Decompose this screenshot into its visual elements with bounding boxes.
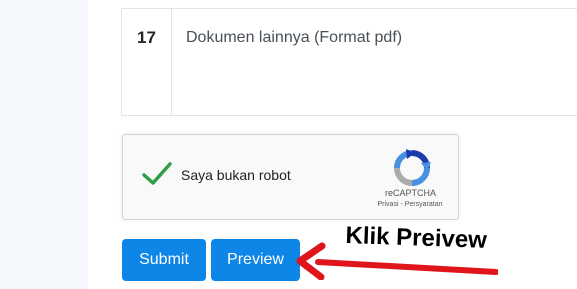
- annotation-text: Klik Preivew: [345, 222, 488, 254]
- terms-link[interactable]: Persyaratan: [405, 201, 443, 208]
- captcha-label: Saya bukan robot: [181, 167, 291, 183]
- submit-button[interactable]: Submit: [122, 239, 206, 281]
- document-label: Dokumen lainnya (Format pdf): [186, 29, 403, 46]
- document-table-row: 17 Dokumen lainnya (Format pdf): [121, 8, 577, 116]
- recaptcha-brand: reCAPTCHA: [384, 188, 436, 198]
- recaptcha-widget[interactable]: Saya bukan robot reCAPTCHA Privasi - Per…: [122, 134, 459, 220]
- captcha-links: Privasi - Persyaratan: [355, 201, 465, 208]
- row-number-cell: 17: [122, 9, 172, 115]
- left-gutter: [0, 0, 88, 289]
- check-icon[interactable]: [141, 161, 173, 187]
- row-number: 17: [137, 28, 156, 47]
- recaptcha-logo-icon: [394, 149, 431, 186]
- privacy-link[interactable]: Privasi: [378, 201, 399, 208]
- preview-button[interactable]: Preview: [211, 239, 300, 281]
